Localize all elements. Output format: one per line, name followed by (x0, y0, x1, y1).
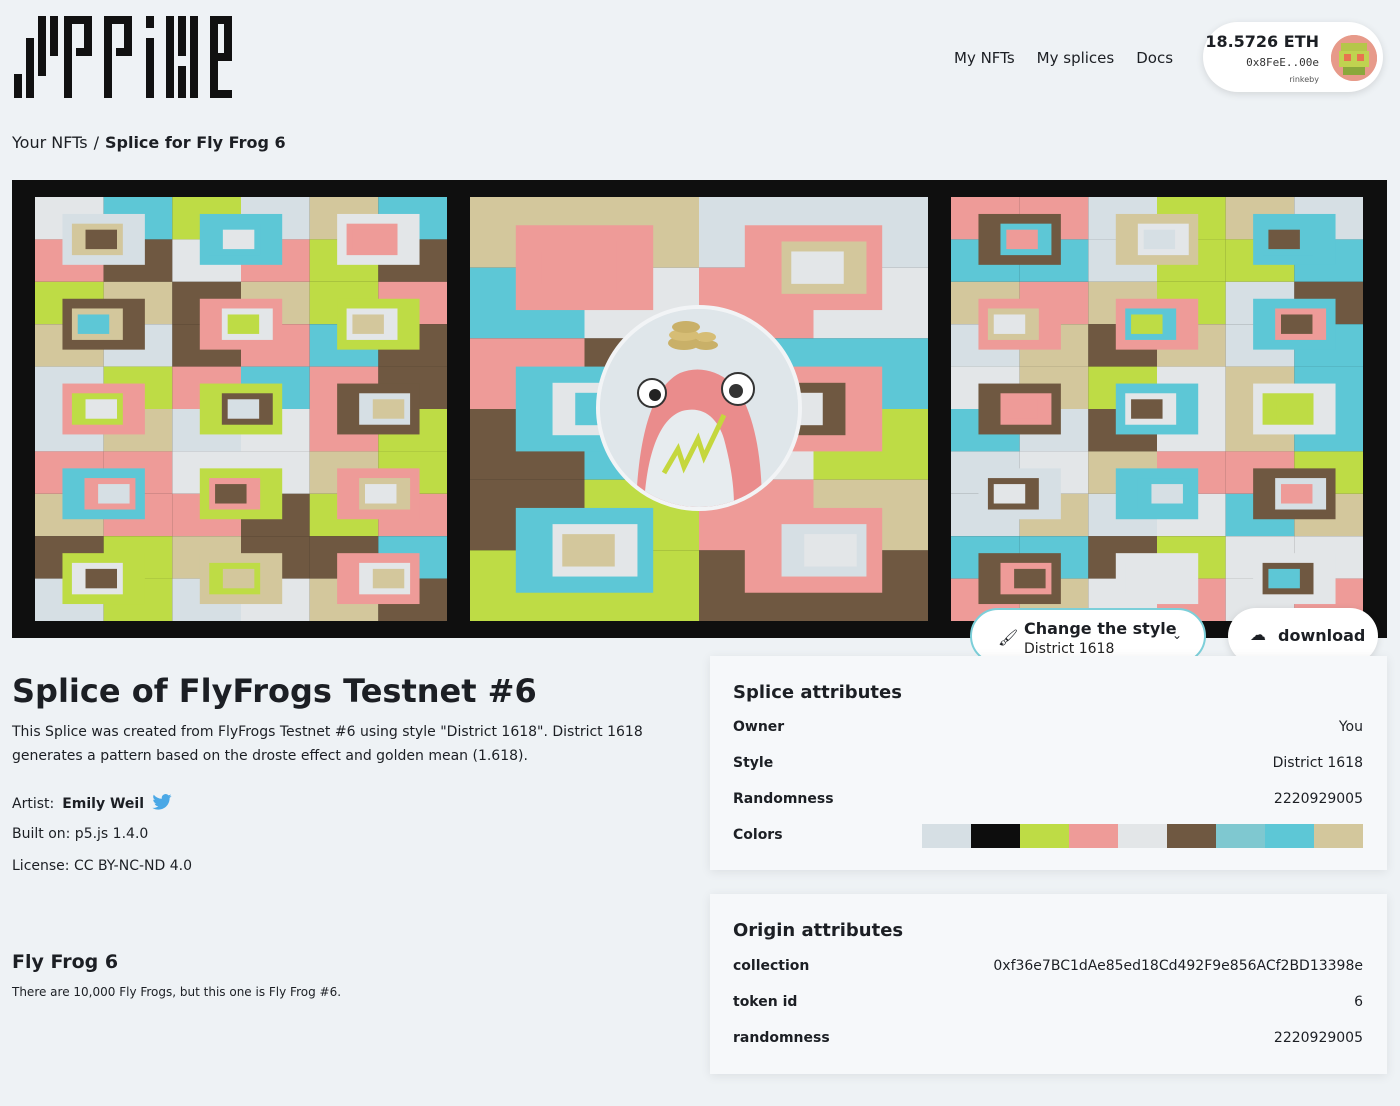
attr-owner-value: You (1338, 719, 1363, 735)
color-swatch (1020, 824, 1069, 848)
artist-label: Artist: (12, 796, 55, 812)
nav-docs[interactable]: Docs (1136, 49, 1173, 67)
chevron-down-icon: ⌄ (1171, 628, 1182, 642)
attr-token-id-label: token id (733, 994, 798, 1010)
page-title: Splice of FlyFrogs Testnet #6 (12, 672, 537, 710)
nav-my-splices[interactable]: My splices (1037, 49, 1115, 67)
wallet-network: rinkeby (1289, 75, 1319, 84)
attr-colors: Colors (733, 824, 1363, 848)
avatar (1331, 35, 1377, 81)
wallet-address: 0x8FeE..00e (1246, 56, 1319, 69)
license: License: CC BY-NC-ND 4.0 (12, 858, 192, 874)
twitter-icon[interactable] (152, 794, 172, 814)
attr-colors-label: Colors (733, 827, 783, 843)
splice-description: This Splice was created from FlyFrogs Te… (12, 724, 643, 764)
attr-origin-randomness-value: 2220929005 (1273, 1030, 1363, 1046)
attr-owner: Owner You (733, 719, 1363, 739)
attr-origin-randomness-label: randomness (733, 1030, 830, 1046)
change-style-label: Change the style (1024, 619, 1177, 638)
origin-attributes-card: Origin attributes collection 0xf36e7BC1d… (710, 894, 1387, 1074)
attr-owner-label: Owner (733, 719, 785, 735)
color-swatch (1314, 824, 1363, 848)
origin-attributes-title: Origin attributes (733, 920, 904, 941)
origin-nft-description: There are 10,000 Fly Frogs, but this one… (12, 985, 342, 999)
attr-token-id: token id 6 (733, 994, 1363, 1014)
wallet-account-button[interactable]: 18.5726 ETH 0x8FeE..00e rinkeby (1203, 22, 1383, 92)
attr-style-label: Style (733, 755, 774, 771)
breadcrumb-your-nfts[interactable]: Your NFTs (12, 133, 88, 152)
splice-attributes-title: Splice attributes (733, 682, 902, 703)
main-nav: My NFTs My splices Docs (954, 49, 1173, 67)
attr-style: Style District 1618 (733, 755, 1363, 775)
color-swatch (1265, 824, 1314, 848)
splice-attributes-card: Splice attributes Owner You Style Distri… (710, 656, 1387, 870)
color-swatch (1118, 824, 1167, 848)
wallet-balance: 18.5726 ETH (1205, 32, 1319, 51)
attr-token-id-value: 6 (1354, 994, 1363, 1010)
breadcrumb: Your NFTs / Splice for Fly Frog 6 (12, 133, 286, 152)
artist-name: Emily Weil (62, 796, 145, 812)
origin-nft-title: Fly Frog 6 (12, 951, 119, 973)
attr-style-value: District 1618 (1272, 755, 1363, 771)
color-swatch (1216, 824, 1265, 848)
attr-collection-value: 0xf36e7BC1dAe85ed18Cd492F9e856ACf2BD1339… (993, 958, 1363, 974)
selected-style-value: District 1618 (1024, 641, 1115, 657)
cloud-download-icon: ☁ (1250, 625, 1266, 644)
attr-randomness-label: Randomness (733, 791, 834, 807)
color-swatch (971, 824, 1020, 848)
color-swatch (1069, 824, 1118, 848)
artist-line: Artist: Emily Weil (12, 794, 172, 814)
attr-collection: collection 0xf36e7BC1dAe85ed18Cd492F9e85… (733, 958, 1363, 978)
attr-randomness: Randomness 2220929005 (733, 791, 1363, 811)
color-swatch (922, 824, 971, 848)
nav-my-nfts[interactable]: My NFTs (954, 49, 1015, 67)
paintbrush-icon: 🖌 (998, 628, 1019, 647)
color-palette (922, 824, 1363, 848)
attr-collection-label: collection (733, 958, 810, 974)
attr-randomness-value: 2220929005 (1273, 791, 1363, 807)
color-swatch (1167, 824, 1216, 848)
splice-logo[interactable] (14, 16, 232, 98)
download-label: download (1278, 626, 1366, 645)
built-on: Built on: p5.js 1.4.0 (12, 826, 149, 842)
breadcrumb-current: Splice for Fly Frog 6 (104, 133, 286, 152)
breadcrumb-separator: / (93, 133, 99, 152)
attr-origin-randomness: randomness 2220929005 (733, 1030, 1363, 1050)
origin-nft-image (596, 305, 802, 511)
